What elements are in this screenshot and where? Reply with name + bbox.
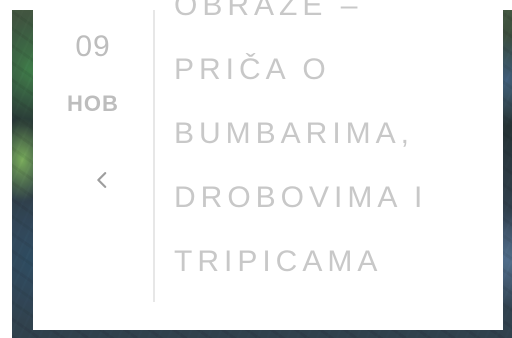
date-column: 09 НОВ [33,0,153,330]
post-card: 09 НОВ OBRAZE – PRIČA O BUMBARIMA, DROBO… [33,0,503,330]
previous-post-button[interactable] [87,165,117,195]
post-date-day: 09 [75,30,111,63]
viewport: 09 НОВ OBRAZE – PRIČA O BUMBARIMA, DROBO… [0,0,512,338]
post-title: OBRAZE – PRIČA O BUMBARIMA, DROBOVIMA I … [174,0,428,278]
chevron-left-icon [91,169,113,191]
vertical-divider [153,10,155,302]
post-date-month: НОВ [67,91,119,116]
